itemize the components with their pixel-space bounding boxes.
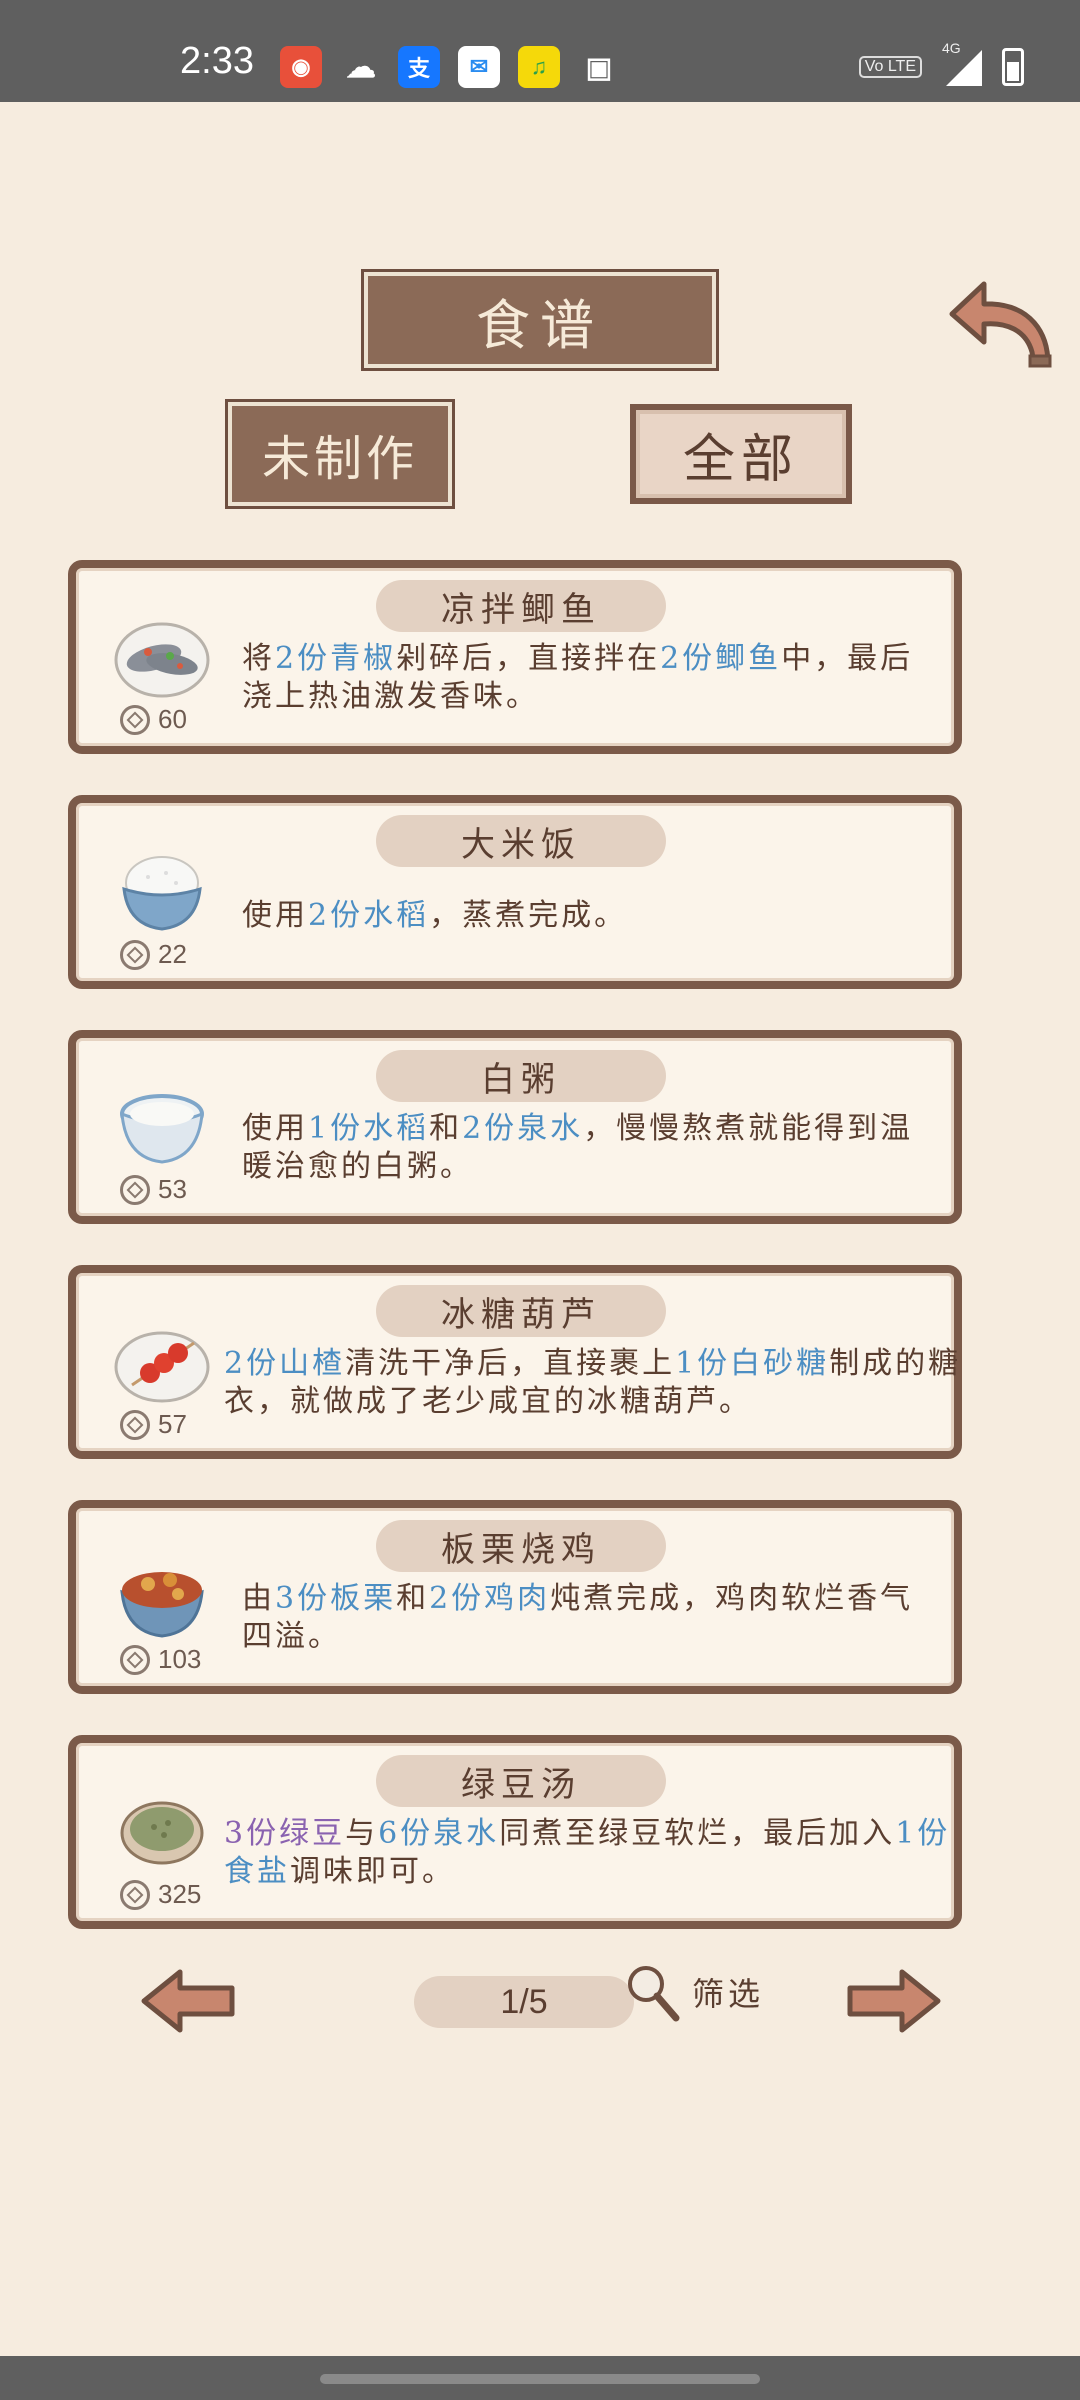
back-arrow-icon[interactable] — [944, 272, 1056, 372]
ingredient-highlight: 6份泉水 — [378, 1816, 500, 1851]
recipe-card[interactable]: 绿豆汤 325 3份绿豆与6份泉水同煮至绿豆软烂，最后加入1份食盐调味即可。 — [68, 1735, 962, 1929]
previous-page-arrow-icon[interactable] — [140, 1968, 240, 2034]
filter-button[interactable]: 筛选 — [622, 1962, 764, 2022]
coin-icon — [120, 1879, 150, 1910]
ingredient-highlight: 1份水稻 — [308, 1111, 430, 1146]
magnifier-icon — [628, 1966, 680, 2022]
coin-icon — [120, 1174, 150, 1205]
description-text: 调味即可。 — [290, 1854, 455, 1889]
porridge-bowl-icon — [120, 1094, 204, 1164]
recipe-description: 使用1份水稻和2份泉水，慢慢熬煮就能得到温暖治愈的白粥。 — [242, 1110, 942, 1186]
recipe-name: 大米饭 — [376, 815, 666, 867]
network-type-label: 4G — [942, 40, 961, 56]
candied-haws-icon — [114, 1331, 210, 1403]
chestnut-chicken-icon — [120, 1572, 204, 1638]
recipe-cost-value: 53 — [158, 1174, 187, 1204]
coin-icon — [120, 1409, 150, 1440]
description-text: 和 — [396, 1581, 430, 1616]
mung-bean-soup-icon — [120, 1801, 204, 1865]
recipe-description: 使用2份水稻，蒸煮完成。 — [242, 897, 942, 935]
fish-dish-icon — [114, 622, 210, 698]
home-gesture-handle[interactable] — [320, 2374, 760, 2384]
recipe-description: 将2份青椒剁碎后，直接拌在2份鲫鱼中，最后浇上热油激发香味。 — [242, 640, 942, 716]
recipe-cost: 103 — [120, 1644, 201, 1675]
filter-label: 筛选 — [692, 1975, 765, 2013]
ingredient-highlight: 3份绿豆 — [224, 1816, 346, 1851]
recipe-cost: 57 — [120, 1409, 187, 1440]
next-page-arrow-icon[interactable] — [842, 1968, 942, 2034]
tab-all[interactable]: 全部 — [630, 404, 852, 504]
page-title: 食谱 — [364, 272, 716, 368]
recipe-cost-value: 22 — [158, 939, 187, 969]
game-app-icon: ◉ — [280, 46, 322, 88]
tab-unmade[interactable]: 未制作 — [228, 402, 452, 506]
status-time: 2:33 — [180, 40, 254, 82]
coin-icon — [120, 1644, 150, 1675]
ingredient-highlight: 2份鲫鱼 — [660, 641, 782, 676]
ingredient-highlight: 2份山楂 — [224, 1346, 346, 1381]
ingredient-highlight: 3份板栗 — [275, 1581, 397, 1616]
description-text: 使用 — [242, 898, 308, 933]
recipe-card[interactable]: 凉拌鲫鱼 60 将2份青椒剁碎后，直接拌在2份鲫鱼中，最后浇上热油激发香味。 — [68, 560, 962, 754]
ingredient-highlight: 2份泉水 — [462, 1111, 584, 1146]
music-app-icon: ♫ — [518, 46, 560, 88]
recipe-name: 板栗烧鸡 — [376, 1520, 666, 1572]
recipe-card[interactable]: 板栗烧鸡 103 由3份板栗和2份鸡肉炖煮完成，鸡肉软烂香气四溢。 — [68, 1500, 962, 1694]
description-text: 剁碎后，直接拌在 — [396, 641, 661, 676]
recipe-cost-value: 325 — [158, 1879, 202, 1909]
recipe-cost: 60 — [120, 704, 187, 735]
ingredient-highlight: 2份鸡肉 — [429, 1581, 551, 1616]
battery-icon — [1002, 48, 1024, 86]
description-text: 与 — [345, 1816, 379, 1851]
recipe-cost-value: 103 — [158, 1644, 202, 1674]
recipe-card[interactable]: 大米饭 22 使用2份水稻，蒸煮完成。 — [68, 795, 962, 989]
page-indicator: 1/5 — [414, 1976, 634, 2028]
ingredient-highlight: 2份水稻 — [308, 898, 430, 933]
description-text: 由 — [242, 1581, 275, 1616]
recipe-cost: 53 — [120, 1174, 187, 1205]
recipe-name: 冰糖葫芦 — [376, 1285, 666, 1337]
recipe-cost-value: 57 — [158, 1409, 187, 1439]
signal-icon: 4G — [942, 40, 982, 86]
recipe-name: 凉拌鲫鱼 — [376, 580, 666, 632]
recipe-description: 由3份板栗和2份鸡肉炖煮完成，鸡肉软烂香气四溢。 — [242, 1580, 942, 1656]
ingredient-highlight: 2份青椒 — [275, 641, 397, 676]
recipe-card[interactable]: 冰糖葫芦 57 2份山楂清洗干净后，直接裹上1份白砂糖制成的糖衣，就做成了老少咸… — [68, 1265, 962, 1459]
recipe-cost: 22 — [120, 939, 187, 970]
recipe-name: 白粥 — [376, 1050, 666, 1102]
description-text: 和 — [429, 1111, 463, 1146]
navigation-bar — [0, 2356, 1080, 2400]
recipe-cost: 325 — [120, 1879, 201, 1910]
alipay-icon: 支 — [398, 46, 440, 88]
messaging-app-icon: ✉ — [458, 46, 500, 88]
volte-icon: Vo LTE — [858, 56, 922, 78]
ingredient-highlight: 1份白砂糖 — [675, 1346, 830, 1381]
recipe-name: 绿豆汤 — [376, 1755, 666, 1807]
recipe-description: 2份山楂清洗干净后，直接裹上1份白砂糖制成的糖衣，就做成了老少咸宜的冰糖葫芦。 — [224, 1345, 964, 1421]
gallery-icon: ▣ — [585, 51, 613, 83]
coin-icon — [120, 939, 150, 970]
coin-icon — [120, 704, 150, 735]
description-text: 同煮至绿豆软烂，最后加入 — [499, 1816, 896, 1851]
description-text: ，蒸煮完成。 — [429, 898, 628, 933]
wechat-icon: ☁ — [346, 50, 376, 84]
recipe-card[interactable]: 白粥 53 使用1份水稻和2份泉水，慢慢熬煮就能得到温暖治愈的白粥。 — [68, 1030, 962, 1224]
rice-bowl-icon — [122, 856, 202, 931]
description-text: 清洗干净后，直接裹上 — [345, 1346, 676, 1381]
description-text: 使用 — [242, 1111, 308, 1146]
recipe-cost-value: 60 — [158, 704, 187, 734]
status-bar: 2:33 ◉ ☁ 支 ✉ ♫ ▣ Vo LTE 4G — [0, 0, 1080, 102]
description-text: 将 — [242, 641, 275, 676]
recipe-description: 3份绿豆与6份泉水同煮至绿豆软烂，最后加入1份食盐调味即可。 — [224, 1815, 964, 1891]
